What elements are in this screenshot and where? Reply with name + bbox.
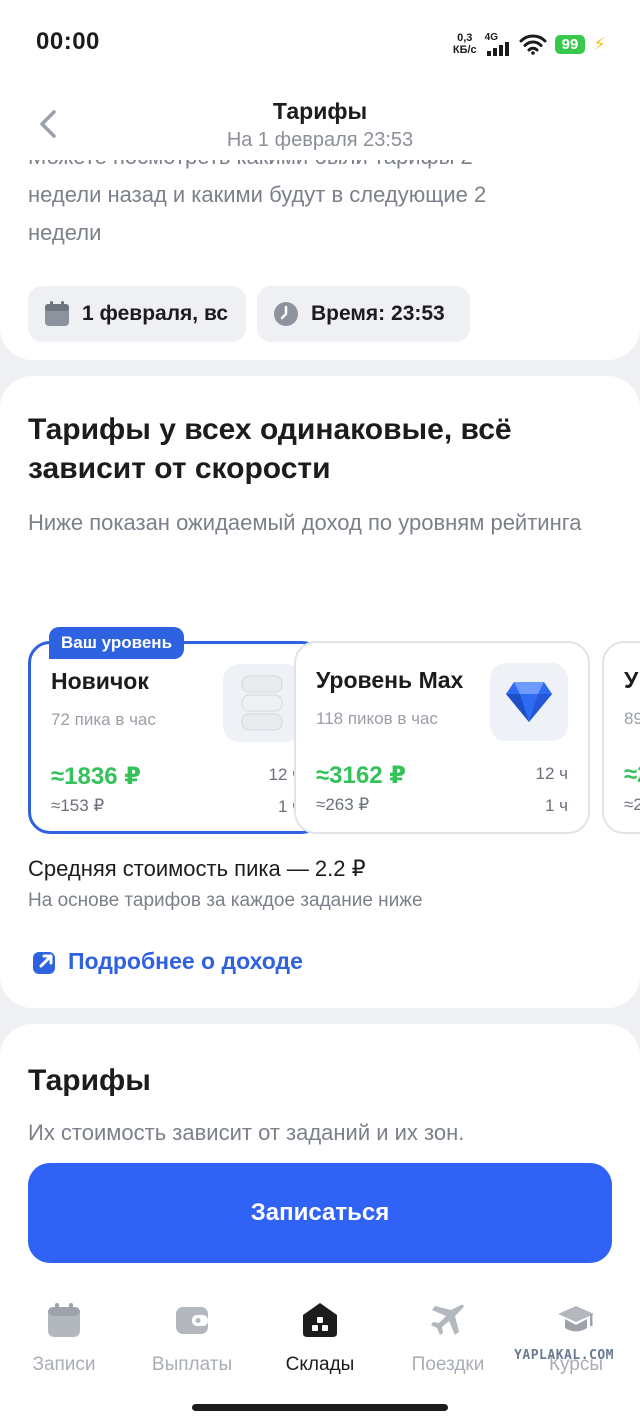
income-1h: ≈2	[624, 795, 640, 814]
clock: 00:00	[36, 28, 100, 55]
level-name: У	[624, 667, 639, 693]
calendar-icon	[48, 1303, 80, 1337]
signup-button[interactable]: Записаться	[28, 1163, 612, 1263]
page-header: Тарифы На 1 февраля 23:53	[0, 88, 640, 160]
time-chip[interactable]: Время: 23:53	[257, 286, 470, 342]
nav-item-bookings[interactable]: Записи	[0, 1300, 128, 1376]
calendar-icon	[45, 301, 69, 326]
tariffs-card: Тарифы Их стоимость зависит от заданий и…	[0, 1024, 640, 1264]
levels-title: Тарифы у всех одинаковые, всё зависит от…	[28, 413, 512, 485]
home-indicator[interactable]	[192, 1404, 448, 1411]
boxes-stack-icon	[223, 664, 301, 742]
level-card-next[interactable]: У 89 ≈2 ≈2	[602, 641, 640, 834]
signal-icon: 4G	[485, 32, 511, 56]
levels-subtitle: Ниже показан ожидаемый доход по уровням …	[28, 510, 582, 535]
level-rate: 72 пика в час	[51, 710, 156, 729]
level-rate: 89	[624, 709, 640, 728]
your-level-badge: Ваш уровень	[49, 627, 185, 659]
network-speed: 0,3 КБ/с	[452, 32, 477, 56]
watermark: YAPLAKAL.COM	[514, 1348, 614, 1363]
warehouse-icon	[303, 1303, 337, 1337]
info-text: Можете посмотреть какими были тарифы 2 н…	[28, 160, 487, 245]
level-rate: 118 пиков в час	[316, 709, 438, 728]
level-name: Новичок	[51, 668, 149, 694]
nav-item-payouts[interactable]: Выплаты	[128, 1300, 256, 1376]
graduation-cap-icon	[558, 1306, 594, 1332]
charging-icon: ⚡	[593, 33, 606, 54]
page-title: Тарифы	[272, 98, 368, 124]
date-chip[interactable]: 1 февраля, вс	[28, 286, 246, 342]
average-pick-price: Средняя стоимость пика — 2.2 ₽	[28, 856, 366, 881]
wallet-icon	[176, 1307, 208, 1334]
external-link-icon	[33, 951, 55, 974]
bottom-navigation: Записи Выплаты Склады Поездки Курсы YAPL…	[0, 1264, 640, 1423]
hours-1-label: 1 ч	[544, 796, 568, 815]
income-1h: ≈263 ₽	[316, 795, 370, 814]
income-12h: ≈2	[624, 761, 640, 788]
status-bar: 00:00 0,3 КБ/с 4G 99 ⚡	[0, 0, 640, 88]
income-1h: ≈153 ₽	[51, 796, 105, 815]
status-icons: 0,3 КБ/с 4G 99 ⚡	[453, 30, 606, 58]
tariffs-subtitle: Их стоимость зависит от заданий и их зон…	[28, 1120, 465, 1145]
income-details-link[interactable]: Подробнее о доходе	[32, 948, 303, 975]
page-subtitle: На 1 февраля 23:53	[226, 129, 414, 151]
level-name: Уровень Max	[316, 667, 464, 693]
income-12h: ≈3162 ₽	[316, 762, 406, 789]
airplane-icon	[431, 1304, 464, 1335]
average-price-note: На основе тарифов за каждое задание ниже	[28, 890, 423, 911]
income-levels-card: Тарифы у всех одинаковые, всё зависит от…	[0, 376, 640, 1008]
nav-item-warehouses[interactable]: Склады	[256, 1300, 384, 1376]
wifi-icon	[519, 34, 547, 55]
diamond-icon	[490, 663, 568, 741]
level-card-max[interactable]: Уровень Max 118 пиков в час ≈3162 ₽ ≈263…	[294, 641, 590, 834]
nav-item-courses[interactable]: Курсы	[512, 1300, 640, 1376]
nav-item-trips[interactable]: Поездки	[384, 1300, 512, 1376]
level-card-novice[interactable]: Ваш уровень Новичок 72 пика в час ≈1836 …	[28, 627, 324, 834]
tariffs-title: Тарифы	[28, 1064, 151, 1097]
battery-icon: 99	[554, 34, 586, 54]
income-12h: ≈1836 ₽	[51, 763, 141, 790]
clock-icon	[274, 302, 298, 326]
hours-12-label: 12 ч	[535, 764, 569, 783]
date-selector-card: Можете посмотреть какими были тарифы 2 н…	[0, 160, 640, 360]
